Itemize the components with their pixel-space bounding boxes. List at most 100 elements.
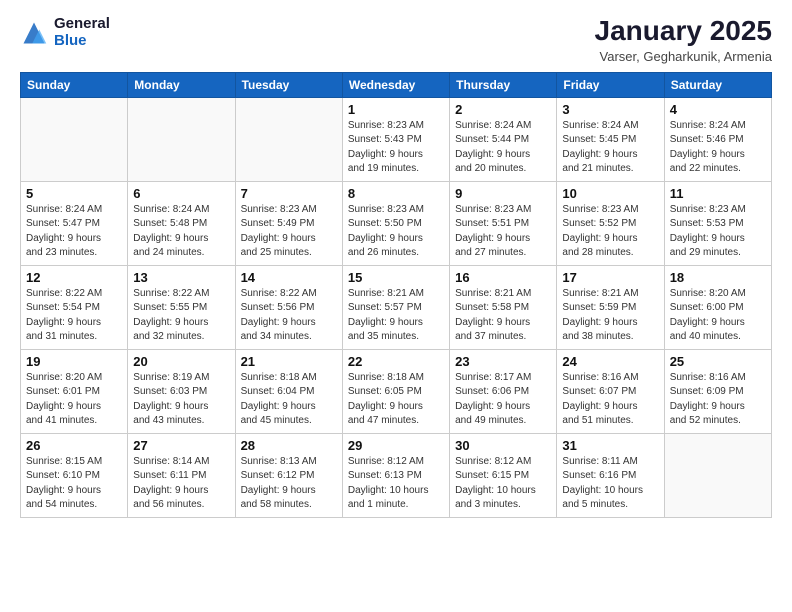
day-number: 1: [348, 102, 444, 117]
day-number: 16: [455, 270, 551, 285]
header-monday: Monday: [128, 72, 235, 97]
day-number: 31: [562, 438, 658, 453]
day-info: Sunrise: 8:17 AM Sunset: 6:06 PM Dayligh…: [455, 371, 551, 429]
table-row: 5 Sunrise: 8:24 AM Sunset: 5:47 PM Daylig…: [21, 181, 128, 265]
page: General Blue January 2025 Varser, Geghar…: [0, 0, 792, 530]
day-info: Sunrise: 8:16 AM Sunset: 6:09 PM Dayligh…: [670, 371, 766, 429]
day-info: Sunrise: 8:22 AM Sunset: 5:55 PM Dayligh…: [133, 287, 229, 345]
day-number: 7: [241, 186, 337, 201]
day-info: Sunrise: 8:11 AM Sunset: 6:16 PM Dayligh…: [562, 455, 658, 513]
table-row: 1 Sunrise: 8:23 AM Sunset: 5:43 PM Daylig…: [342, 97, 449, 181]
table-row: 4Sunrise: 8:24 AM Sunset: 5:46 PM Daylig…: [664, 97, 771, 181]
table-row: 14Sunrise: 8:22 AM Sunset: 5:56 PM Dayli…: [235, 265, 342, 349]
day-info: Sunrise: 8:24 AM Sunset: 5:47 PM Dayligh…: [26, 203, 122, 261]
day-number: 23: [455, 354, 551, 369]
day-info: Sunrise: 8:13 AM Sunset: 6:12 PM Dayligh…: [241, 455, 337, 513]
table-row: 3 Sunrise: 8:24 AM Sunset: 5:45 PM Daylig…: [557, 97, 664, 181]
day-number: 10: [562, 186, 658, 201]
day-info: Sunrise: 8:12 AM Sunset: 6:15 PM Dayligh…: [455, 455, 551, 513]
table-row: 31 Sunrise: 8:11 AM Sunset: 6:16 PM Dayli…: [557, 433, 664, 517]
title-block: January 2025 Varser, Gegharkunik, Armeni…: [595, 16, 772, 64]
day-info: Sunrise: 8:23 AM Sunset: 5:50 PM Dayligh…: [348, 203, 444, 261]
day-info: Sunrise: 8:24 AM Sunset: 5:48 PM Dayligh…: [133, 203, 229, 261]
calendar-week-row: 12 Sunrise: 8:22 AM Sunset: 5:54 PM Dayli…: [21, 265, 772, 349]
table-row: 11 Sunrise: 8:23 AM Sunset: 5:53 PM Dayli…: [664, 181, 771, 265]
table-row: 29Sunrise: 8:12 AM Sunset: 6:13 PM Dayli…: [342, 433, 449, 517]
day-number: 27: [133, 438, 229, 453]
day-info: Sunrise: 8:20 AM Sunset: 6:01 PM Dayligh…: [26, 371, 122, 429]
calendar-week-row: 5 Sunrise: 8:24 AM Sunset: 5:47 PM Daylig…: [21, 181, 772, 265]
table-row: [235, 97, 342, 181]
day-info: Sunrise: 8:15 AM Sunset: 6:10 PM Dayligh…: [26, 455, 122, 513]
table-row: 23 Sunrise: 8:17 AM Sunset: 6:06 PM Dayli…: [450, 349, 557, 433]
table-row: 2 Sunrise: 8:24 AM Sunset: 5:44 PM Daylig…: [450, 97, 557, 181]
day-number: 24: [562, 354, 658, 369]
day-number: 18: [670, 270, 766, 285]
day-number: 3: [562, 102, 658, 117]
calendar-subtitle: Varser, Gegharkunik, Armenia: [595, 49, 772, 64]
calendar-week-row: 1 Sunrise: 8:23 AM Sunset: 5:43 PM Daylig…: [21, 97, 772, 181]
day-info: Sunrise: 8:23 AM Sunset: 5:49 PM Dayligh…: [241, 203, 337, 261]
day-info: Sunrise: 8:21 AM Sunset: 5:59 PM Dayligh…: [562, 287, 658, 345]
table-row: 21 Sunrise: 8:18 AM Sunset: 6:04 PM Dayli…: [235, 349, 342, 433]
calendar-table: Sunday Monday Tuesday Wednesday Thursday…: [20, 72, 772, 518]
table-row: 27 Sunrise: 8:14 AM Sunset: 6:11 PM Dayli…: [128, 433, 235, 517]
header-tuesday: Tuesday: [235, 72, 342, 97]
day-info: Sunrise: 8:21 AM Sunset: 5:57 PM Dayligh…: [348, 287, 444, 345]
header-saturday: Saturday: [664, 72, 771, 97]
day-info: Sunrise: 8:23 AM Sunset: 5:52 PM Dayligh…: [562, 203, 658, 261]
table-row: 7 Sunrise: 8:23 AM Sunset: 5:49 PM Daylig…: [235, 181, 342, 265]
day-info: Sunrise: 8:22 AM Sunset: 5:54 PM Dayligh…: [26, 287, 122, 345]
table-row: [128, 97, 235, 181]
table-row: 6 Sunrise: 8:24 AM Sunset: 5:48 PM Daylig…: [128, 181, 235, 265]
day-number: 12: [26, 270, 122, 285]
header-friday: Friday: [557, 72, 664, 97]
table-row: 22 Sunrise: 8:18 AM Sunset: 6:05 PM Dayli…: [342, 349, 449, 433]
day-number: 22: [348, 354, 444, 369]
calendar-week-row: 19Sunrise: 8:20 AM Sunset: 6:01 PM Dayli…: [21, 349, 772, 433]
header-thursday: Thursday: [450, 72, 557, 97]
day-number: 13: [133, 270, 229, 285]
day-info: Sunrise: 8:23 AM Sunset: 5:53 PM Dayligh…: [670, 203, 766, 261]
day-number: 28: [241, 438, 337, 453]
table-row: 28 Sunrise: 8:13 AM Sunset: 6:12 PM Dayli…: [235, 433, 342, 517]
day-info: Sunrise: 8:19 AM Sunset: 6:03 PM Dayligh…: [133, 371, 229, 429]
table-row: 26 Sunrise: 8:15 AM Sunset: 6:10 PM Dayli…: [21, 433, 128, 517]
weekday-header-row: Sunday Monday Tuesday Wednesday Thursday…: [21, 72, 772, 97]
day-info: Sunrise: 8:18 AM Sunset: 6:05 PM Dayligh…: [348, 371, 444, 429]
day-number: 11: [670, 186, 766, 201]
calendar-week-row: 26 Sunrise: 8:15 AM Sunset: 6:10 PM Dayli…: [21, 433, 772, 517]
table-row: 15 Sunrise: 8:21 AM Sunset: 5:57 PM Dayli…: [342, 265, 449, 349]
day-info: Sunrise: 8:24 AM Sunset: 5:44 PM Dayligh…: [455, 119, 551, 177]
day-info: Sunrise: 8:18 AM Sunset: 6:04 PM Dayligh…: [241, 371, 337, 429]
table-row: 16Sunrise: 8:21 AM Sunset: 5:58 PM Dayli…: [450, 265, 557, 349]
day-number: 4: [670, 102, 766, 117]
calendar-title: January 2025: [595, 16, 772, 47]
day-number: 30: [455, 438, 551, 453]
header-wednesday: Wednesday: [342, 72, 449, 97]
day-number: 14: [241, 270, 337, 285]
header-sunday: Sunday: [21, 72, 128, 97]
day-number: 26: [26, 438, 122, 453]
table-row: 18Sunrise: 8:20 AM Sunset: 6:00 PM Dayli…: [664, 265, 771, 349]
table-row: 9Sunrise: 8:23 AM Sunset: 5:51 PM Daylig…: [450, 181, 557, 265]
day-number: 6: [133, 186, 229, 201]
day-info: Sunrise: 8:24 AM Sunset: 5:45 PM Dayligh…: [562, 119, 658, 177]
day-number: 25: [670, 354, 766, 369]
table-row: 8 Sunrise: 8:23 AM Sunset: 5:50 PM Daylig…: [342, 181, 449, 265]
day-number: 5: [26, 186, 122, 201]
day-number: 15: [348, 270, 444, 285]
day-info: Sunrise: 8:23 AM Sunset: 5:51 PM Dayligh…: [455, 203, 551, 261]
table-row: [664, 433, 771, 517]
day-number: 2: [455, 102, 551, 117]
day-info: Sunrise: 8:14 AM Sunset: 6:11 PM Dayligh…: [133, 455, 229, 513]
logo-blue-label: Blue: [54, 33, 110, 50]
day-info: Sunrise: 8:23 AM Sunset: 5:43 PM Dayligh…: [348, 119, 444, 177]
day-number: 17: [562, 270, 658, 285]
day-number: 20: [133, 354, 229, 369]
day-number: 29: [348, 438, 444, 453]
day-number: 8: [348, 186, 444, 201]
table-row: [21, 97, 128, 181]
table-row: 13 Sunrise: 8:22 AM Sunset: 5:55 PM Dayli…: [128, 265, 235, 349]
day-number: 21: [241, 354, 337, 369]
